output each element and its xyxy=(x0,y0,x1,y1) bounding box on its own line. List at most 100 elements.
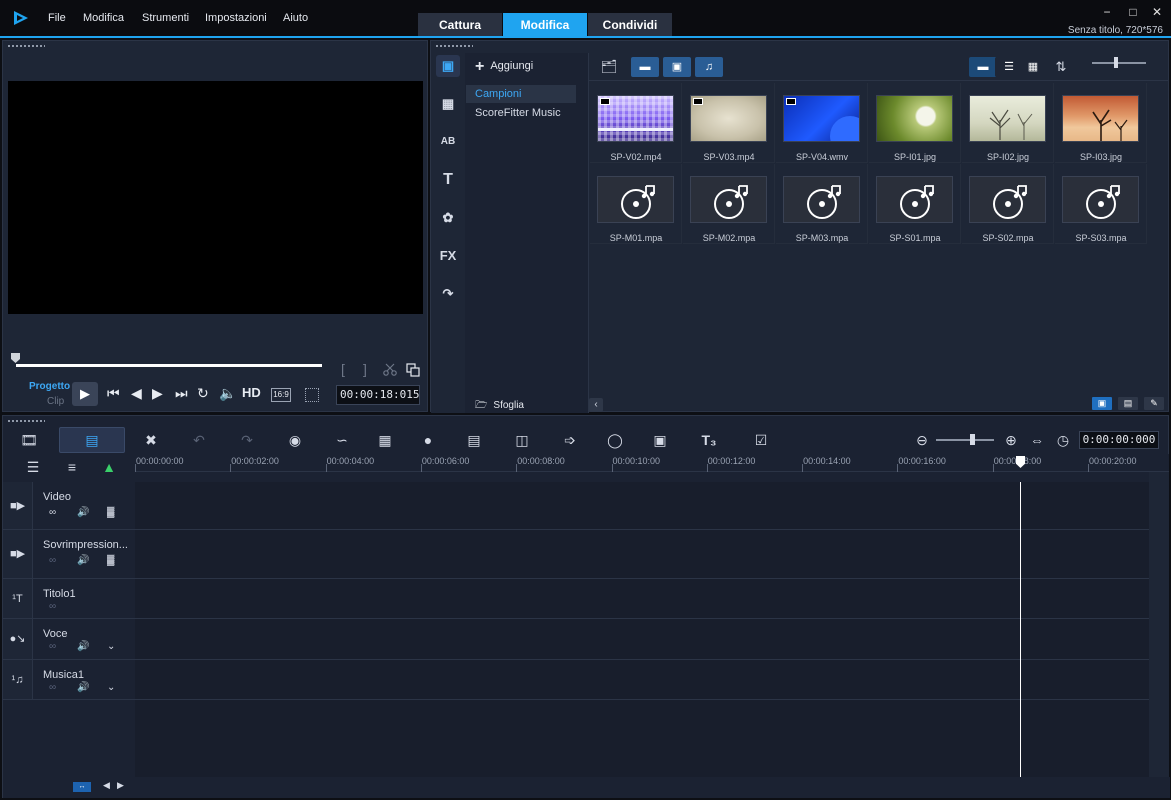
track-lane[interactable] xyxy=(135,660,1149,700)
link-icon[interactable]: ∞ xyxy=(49,682,56,693)
track-lane[interactable] xyxy=(135,619,1149,660)
mark-out-button[interactable]: ] xyxy=(363,361,367,377)
import-folder-icon[interactable]: 🗂 xyxy=(595,57,623,77)
timeline-zoom-slider[interactable] xyxy=(936,439,994,441)
mode-project-label[interactable]: Progetto xyxy=(29,381,70,392)
title-track-icon[interactable]: ¹T xyxy=(3,579,33,618)
view-grid-icon[interactable]: ▦ xyxy=(1019,57,1047,77)
play-button[interactable]: ▶ xyxy=(72,382,98,406)
menu-modifica[interactable]: Modifica xyxy=(83,12,124,24)
scroll-right-icon[interactable]: ▶ xyxy=(117,780,124,791)
subtitle-editor-icon[interactable]: ▤ xyxy=(460,429,488,451)
timeline-ruler[interactable]: 00:00:00:00 00:00:02:00 00:00:04:00 00:00:0… xyxy=(135,454,1169,472)
track-lane[interactable] xyxy=(135,579,1149,619)
media-item[interactable]: SP-V04.wmv xyxy=(776,83,868,163)
library-view-icon[interactable]: ▣ xyxy=(1092,397,1112,410)
tools-icon[interactable]: ✖ xyxy=(137,429,165,451)
transparency-icon[interactable]: ▓ xyxy=(107,555,114,566)
media-item[interactable]: SP-I03.jpg xyxy=(1055,83,1147,163)
media-item[interactable]: SP-M03.mpa xyxy=(776,164,868,244)
mode-clip-label[interactable]: Clip xyxy=(47,396,64,407)
timeline-timecode[interactable]: 0:00:00:000 xyxy=(1079,431,1159,449)
filter-image-icon[interactable]: ▣ xyxy=(663,57,691,77)
timeline-view-icon[interactable]: ▤ xyxy=(59,427,125,453)
sort-icon[interactable]: ⇅ xyxy=(1047,57,1075,77)
track-lane[interactable] xyxy=(135,530,1149,579)
preview-timecode[interactable]: 00:00:18:015 xyxy=(336,385,420,405)
timeline-zoom-thumb[interactable] xyxy=(970,434,975,445)
track-header[interactable]: ●↘ Voce ∞ 🔊 ⌄ xyxy=(3,619,135,660)
link-icon[interactable]: ∞ xyxy=(49,507,56,518)
vertical-scrollbar[interactable] xyxy=(1149,472,1169,777)
link-icon[interactable]: ∞ xyxy=(49,601,56,612)
prev-frame-icon[interactable]: ◀ xyxy=(131,385,142,402)
tab-modifica[interactable]: Modifica xyxy=(503,13,587,38)
menu-aiuto[interactable]: Aiuto xyxy=(283,12,308,24)
folder-campioni[interactable]: Campioni xyxy=(466,85,576,103)
view-thumbnails-icon[interactable]: ▬ xyxy=(969,57,997,77)
zoom-out-icon[interactable]: ⊖ xyxy=(908,429,936,451)
panel-grip[interactable] xyxy=(7,44,45,48)
media-item[interactable]: SP-M02.mpa xyxy=(683,164,775,244)
scissors-icon[interactable] xyxy=(383,363,397,377)
expand-icon[interactable]: ⌄ xyxy=(107,682,115,693)
scrubber-handle[interactable] xyxy=(11,353,20,363)
voice-track-icon[interactable]: ●↘ xyxy=(3,619,33,659)
track-header[interactable]: ¹♫ Musica1 ∞ 🔊 ⌄ xyxy=(3,660,135,700)
menu-strumenti[interactable]: Strumenti xyxy=(142,12,189,24)
transition-icon[interactable]: AB xyxy=(436,131,460,153)
track-header[interactable]: ■▶ Sovrimpression... ∞ 🔊 ▓ xyxy=(3,530,135,579)
media-item[interactable]: SP-S02.mpa xyxy=(962,164,1054,244)
mute-icon[interactable]: 🔊 xyxy=(77,682,89,693)
track-manager-icon[interactable]: ☰ xyxy=(19,456,47,478)
zoom-in-icon[interactable]: ⊕ xyxy=(997,429,1025,451)
media-item[interactable]: SP-V03.mp4 xyxy=(683,83,775,163)
next-frame-icon[interactable]: ▶ xyxy=(152,385,163,402)
smart-proxy-icon[interactable]: ☑ xyxy=(747,429,775,451)
filter-audio-icon[interactable]: ♫ xyxy=(695,57,723,77)
media-icon[interactable]: ▣ xyxy=(436,55,460,77)
track-lane[interactable] xyxy=(135,482,1149,530)
scroll-left-icon[interactable]: ◀ xyxy=(103,780,110,791)
edit-icon[interactable]: ✎ xyxy=(1144,397,1164,410)
menu-impostazioni[interactable]: Impostazioni xyxy=(205,12,267,24)
menu-file[interactable]: File xyxy=(48,12,66,24)
3d-title-icon[interactable]: T₃ xyxy=(695,429,723,451)
storyboard-view-icon[interactable]: 🎞 xyxy=(15,429,43,451)
redo-icon[interactable]: ↷ xyxy=(233,429,261,451)
go-end-icon[interactable]: ⏭ xyxy=(175,385,188,402)
mark-in-button[interactable]: [ xyxy=(341,361,345,377)
expand-icon[interactable]: ⌄ xyxy=(107,641,115,652)
filter-video-icon[interactable]: ▬ xyxy=(631,57,659,77)
track-header[interactable]: ■▶ Video ∞ 🔊 ▓ xyxy=(3,482,135,530)
add-track-icon[interactable]: ≡ xyxy=(58,456,86,478)
thumbnail-zoom-thumb[interactable] xyxy=(1114,57,1118,68)
close-button[interactable]: ✕ xyxy=(1149,4,1165,20)
collapse-panel-button[interactable]: ‹ xyxy=(589,398,603,412)
record-capture-icon[interactable]: ◉ xyxy=(281,429,309,451)
auto-music-icon[interactable]: ▦ xyxy=(371,429,399,451)
fit-project-icon[interactable]: ⇔ xyxy=(1023,429,1051,451)
transparency-icon[interactable]: ▓ xyxy=(107,507,114,518)
copy-frame-icon[interactable] xyxy=(406,363,420,377)
graphics-icon[interactable]: ✿ xyxy=(436,207,460,229)
panel-grip[interactable] xyxy=(7,419,45,423)
media-item[interactable]: SP-M01.mpa xyxy=(590,164,682,244)
hd-preview-button[interactable]: HD xyxy=(242,385,261,400)
overlay-track-icon[interactable]: ■▶ xyxy=(3,530,33,578)
sound-mixer-icon[interactable]: ∽ xyxy=(328,429,356,451)
options-view-icon[interactable]: ▤ xyxy=(1118,397,1138,410)
maximize-button[interactable]: □ xyxy=(1125,4,1141,20)
aspect-ratio-button[interactable]: 16:9 xyxy=(271,388,291,402)
repeat-icon[interactable]: ↻ xyxy=(197,385,209,402)
link-icon[interactable]: ∞ xyxy=(49,555,56,566)
music-track-icon[interactable]: ¹♫ xyxy=(3,660,33,699)
go-start-icon[interactable]: ⏮ xyxy=(107,385,120,402)
minimize-button[interactable]: − xyxy=(1099,4,1115,20)
track-area[interactable] xyxy=(135,482,1149,777)
thumbnail-zoom-slider[interactable] xyxy=(1092,62,1146,64)
add-folder-button[interactable]: + Aggiungi xyxy=(475,58,533,76)
link-icon[interactable]: ∞ xyxy=(49,641,56,652)
undo-icon[interactable]: ↶ xyxy=(185,429,213,451)
pan-zoom-icon[interactable]: ▣ xyxy=(646,429,674,451)
